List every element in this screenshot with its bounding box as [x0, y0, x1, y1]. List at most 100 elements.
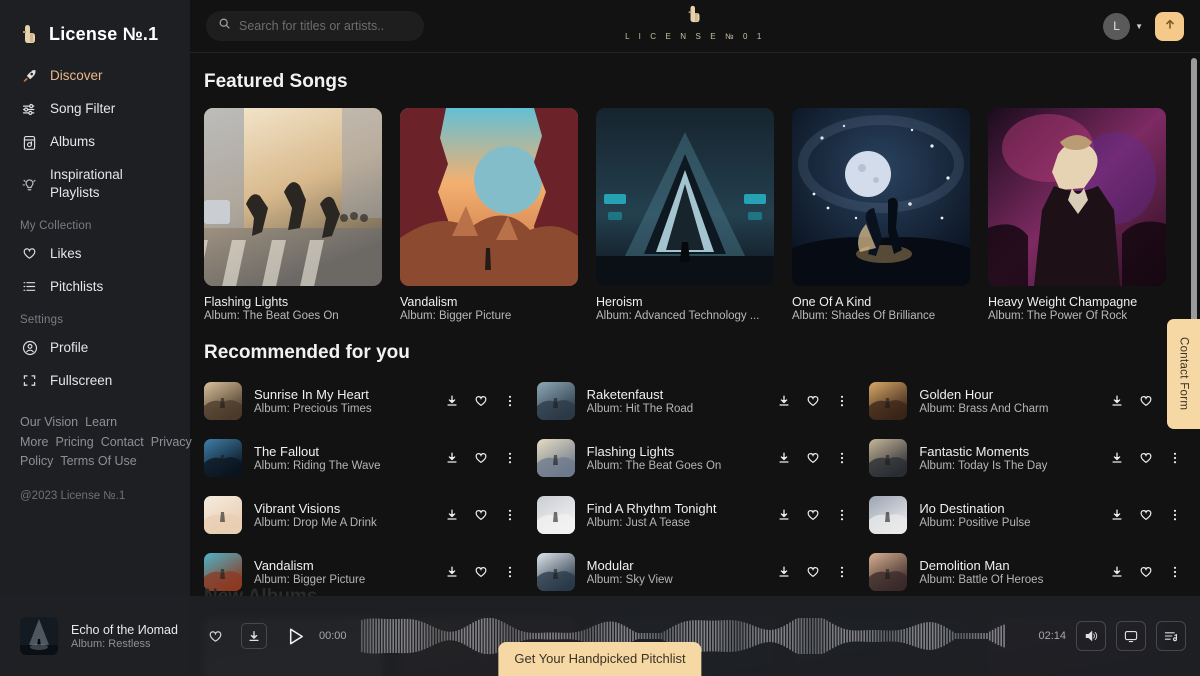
- row-actions: [445, 450, 521, 466]
- featured-card[interactable]: Heroism Album: Advanced Technology ...: [596, 108, 774, 322]
- album-art: [869, 381, 908, 420]
- sidebar-item-pitchlists[interactable]: Pitchlists: [0, 270, 190, 303]
- heart-icon[interactable]: [1138, 393, 1154, 409]
- sidebar-item-albums[interactable]: Albums: [0, 126, 190, 159]
- current-time: 00:00: [319, 630, 347, 642]
- recommended-row[interactable]: Flashing Lights Album: The Beat Goes On: [536, 429, 854, 486]
- heart-icon[interactable]: [473, 507, 489, 523]
- heart-icon[interactable]: [473, 393, 489, 409]
- heart-icon[interactable]: [1138, 450, 1154, 466]
- rocket-icon: [20, 67, 39, 86]
- download-icon[interactable]: [445, 451, 459, 465]
- heart-icon[interactable]: [805, 450, 821, 466]
- recommended-row[interactable]: Modular Album: Sky View: [536, 543, 854, 600]
- recommended-row[interactable]: Vibrant Visions Album: Drop Me A Drink: [204, 486, 521, 543]
- recommended-row[interactable]: Raketenfaust Album: Hit The Road: [536, 372, 854, 429]
- recommended-row[interactable]: Vandalism Album: Bigger Picture: [204, 543, 521, 600]
- queue-list-button[interactable]: [1156, 621, 1186, 651]
- more-vertical-icon[interactable]: [1168, 508, 1182, 522]
- featured-card[interactable]: Vandalism Album: Bigger Picture: [400, 108, 578, 322]
- download-icon[interactable]: [445, 394, 459, 408]
- download-icon[interactable]: [777, 565, 791, 579]
- download-icon[interactable]: [777, 451, 791, 465]
- download-icon[interactable]: [777, 508, 791, 522]
- download-icon[interactable]: [1110, 394, 1124, 408]
- heart-icon[interactable]: [805, 564, 821, 580]
- player-like-button[interactable]: [207, 628, 224, 645]
- row-album: Album: Positive Pulse: [919, 516, 1031, 529]
- sidebar-item-fullscreen[interactable]: Fullscreen: [0, 364, 190, 397]
- sidebar-item-likes[interactable]: Likes: [0, 237, 190, 270]
- row-title: The Fallout: [254, 443, 320, 459]
- sidebar-item-label: Profile: [50, 339, 89, 355]
- vertical-scrollbar[interactable]: [1191, 58, 1197, 576]
- recommended-row[interactable]: Find A Rhythm Tonight Album: Just A Tease: [536, 486, 854, 543]
- contact-form-tab[interactable]: Contact Form: [1167, 319, 1200, 429]
- featured-section-title: Featured Songs: [204, 71, 348, 92]
- recommended-row[interactable]: Sunrise In My Heart Album: Precious Times: [204, 372, 521, 429]
- heart-icon[interactable]: [805, 507, 821, 523]
- row-text: Find A Rhythm Tonight Album: Just A Tease: [587, 501, 778, 529]
- recommended-row[interactable]: Demolition Man Album: Battle Of Heroes: [869, 543, 1186, 600]
- card-title: Flashing Lights: [204, 295, 289, 309]
- content-scroll-area[interactable]: Featured Songs Flashing Lights Album: Th…: [190, 53, 1200, 676]
- handpicked-pitchlist-cta[interactable]: Get Your Handpicked Pitchlist: [498, 642, 702, 676]
- more-vertical-icon[interactable]: [835, 451, 849, 465]
- recommended-row[interactable]: Golden Hour Album: Brass And Charm: [869, 372, 1186, 429]
- avatar[interactable]: L: [1103, 12, 1131, 40]
- main-area: L I C E N S E № 0 1 L ▼ Featured Songs: [190, 0, 1200, 676]
- recommended-row[interactable]: The Fallout Album: Riding The Wave: [204, 429, 521, 486]
- volume-button[interactable]: [1076, 621, 1106, 651]
- featured-card[interactable]: Flashing Lights Album: The Beat Goes On: [204, 108, 382, 322]
- heart-icon[interactable]: [805, 393, 821, 409]
- search-input[interactable]: [239, 19, 409, 33]
- sidebar-item-inspirational-playlists[interactable]: Inspirational Playlists: [0, 159, 190, 209]
- heart-icon[interactable]: [1138, 564, 1154, 580]
- player-download-button[interactable]: [241, 623, 267, 649]
- download-icon[interactable]: [1110, 565, 1124, 579]
- more-vertical-icon[interactable]: [503, 565, 517, 579]
- more-vertical-icon[interactable]: [835, 508, 849, 522]
- download-icon[interactable]: [777, 394, 791, 408]
- more-vertical-icon[interactable]: [835, 565, 849, 579]
- search-bar[interactable]: [206, 11, 424, 41]
- sidebar-section-my-collection: My Collection: [20, 220, 92, 233]
- more-vertical-icon[interactable]: [503, 394, 517, 408]
- more-vertical-icon[interactable]: [503, 508, 517, 522]
- row-title: Fantastic Moments: [919, 443, 1030, 459]
- more-vertical-icon[interactable]: [835, 394, 849, 408]
- hand-logo-icon: [686, 4, 704, 29]
- download-icon[interactable]: [445, 565, 459, 579]
- recommended-row[interactable]: Fantastic Moments Album: Today Is The Day: [869, 429, 1186, 486]
- card-album: Album: The Power Of Rock: [988, 310, 1128, 322]
- cast-screen-button[interactable]: [1116, 621, 1146, 651]
- album-art: [204, 438, 242, 477]
- footer-link-our-vision[interactable]: Our Vision: [20, 415, 78, 429]
- chevron-down-icon[interactable]: ▼: [1135, 22, 1143, 31]
- footer-link-pricing[interactable]: Pricing: [55, 435, 93, 449]
- featured-card[interactable]: One Of A Kind Album: Shades Of Brillianc…: [792, 108, 970, 322]
- sidebar-item-discover[interactable]: Discover: [0, 60, 190, 93]
- download-icon[interactable]: [445, 508, 459, 522]
- download-icon[interactable]: [1110, 451, 1124, 465]
- heart-icon[interactable]: [1138, 507, 1154, 523]
- download-icon[interactable]: [1110, 508, 1124, 522]
- more-vertical-icon[interactable]: [503, 451, 517, 465]
- footer-link-terms-of-use[interactable]: Terms Of Use: [60, 454, 136, 468]
- footer-link-contact[interactable]: Contact: [101, 435, 144, 449]
- heart-icon[interactable]: [473, 450, 489, 466]
- sidebar-item-song-filter[interactable]: Song Filter: [0, 93, 190, 126]
- upload-button[interactable]: [1155, 11, 1184, 41]
- now-playing-info: Echo of the Иomad Album: Restless: [71, 623, 191, 650]
- recommended-grid: Sunrise In My Heart Album: Precious Times…: [190, 364, 1200, 600]
- heart-icon[interactable]: [473, 564, 489, 580]
- play-button[interactable]: [284, 625, 307, 648]
- recommended-row[interactable]: Иo Destination Album: Positive Pulse: [869, 486, 1186, 543]
- brand[interactable]: License №.1: [0, 0, 190, 52]
- sidebar-item-profile[interactable]: Profile: [0, 331, 190, 364]
- scrollbar-thumb[interactable]: [1191, 58, 1197, 353]
- featured-card[interactable]: Heavy Weight Champagne Album: The Power …: [988, 108, 1166, 322]
- more-vertical-icon[interactable]: [1168, 451, 1182, 465]
- row-album: Album: Battle Of Heroes: [919, 573, 1044, 586]
- more-vertical-icon[interactable]: [1168, 565, 1182, 579]
